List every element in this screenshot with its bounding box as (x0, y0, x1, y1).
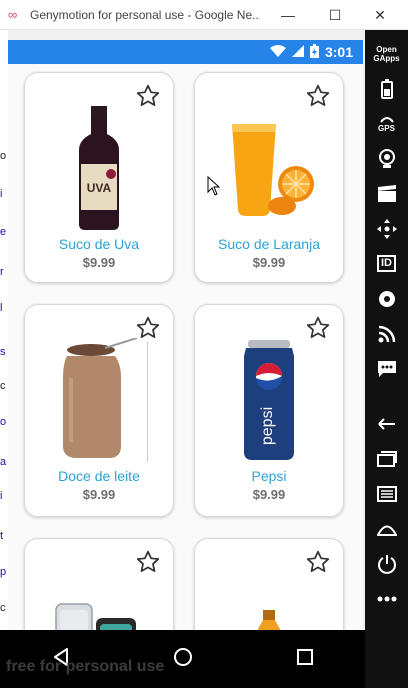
open-gapps-button[interactable]: Open GApps (369, 36, 405, 71)
network-button[interactable] (369, 316, 405, 351)
dpad-icon (376, 218, 397, 239)
menu-icon (376, 485, 397, 502)
watermark-text: free for personal use (6, 658, 165, 675)
window-title: Genymotion for personal use - Google Ne.… (30, 7, 260, 22)
background-page-strip: o i e r l s c o a i t p c (0, 30, 8, 630)
disk-icon (378, 290, 395, 307)
product-name: Suco de Laranja (218, 236, 320, 252)
recent-apps-icon (376, 450, 397, 467)
bottle-label-text: UVA (87, 181, 112, 195)
product-price: $9.99 (82, 255, 116, 270)
maximize-button[interactable]: ☐ (315, 0, 355, 30)
menu-button[interactable] (369, 476, 405, 511)
wifi-icon (269, 44, 286, 60)
android-status-bar: 3:01 (8, 40, 363, 64)
product-image-orange-juice-glass (195, 103, 343, 233)
recent-apps-button[interactable] (369, 441, 405, 476)
cell-signal-icon (291, 44, 304, 60)
dpad-button[interactable] (369, 211, 405, 246)
product-image-pepsi-can: pepsi (195, 335, 343, 465)
device-back-button[interactable] (369, 406, 405, 441)
webcam-button[interactable] (369, 141, 405, 176)
identifiers-icon: ID (377, 255, 396, 272)
nav-home-button[interactable] (173, 647, 193, 672)
product-card[interactable]: UVA Suco de Uva $9.99 (24, 72, 174, 283)
sms-icon (377, 360, 396, 377)
can-label-text: pepsi (259, 406, 276, 444)
battery-icon (380, 78, 393, 99)
nav-recents-button[interactable] (296, 648, 314, 671)
favorite-star-icon[interactable] (305, 549, 331, 575)
genymotion-toolbar: Open GApps GPS ID (365, 30, 408, 688)
identifiers-button[interactable]: ID (369, 246, 405, 281)
product-name: Doce de leite (58, 468, 140, 484)
screencast-button[interactable] (369, 176, 405, 211)
more-options-button[interactable] (369, 581, 405, 616)
product-image-smartphone (25, 573, 173, 630)
gps-icon (379, 117, 394, 123)
product-card[interactable] (24, 538, 174, 630)
product-price: $9.99 (82, 487, 116, 502)
product-image-grape-juice-bottle: UVA (25, 103, 173, 233)
product-card[interactable]: Doce de leite $9.99 (24, 304, 174, 517)
product-name: Suco de Uva (58, 236, 140, 252)
product-card[interactable]: pepsi Pepsi $9.99 (194, 304, 344, 517)
gps-button[interactable]: GPS (369, 106, 405, 141)
genymotion-logo-icon: ∞ (8, 6, 18, 22)
status-time: 3:01 (324, 44, 353, 60)
device-home-button[interactable] (369, 511, 405, 546)
product-grid-screen[interactable]: UVA Suco de Uva $9.99 Suco de Laranja $9… (8, 64, 363, 630)
mouse-cursor-icon (207, 175, 221, 201)
screencast-icon (377, 184, 396, 202)
product-price: $9.99 (252, 487, 286, 502)
back-icon (377, 417, 395, 430)
network-icon (378, 325, 395, 342)
minimize-button[interactable]: — (268, 0, 308, 30)
battery-charging-icon (309, 43, 319, 61)
close-button[interactable]: ✕ (360, 0, 400, 30)
power-icon (377, 554, 396, 574)
product-name: Pepsi (251, 468, 287, 484)
home-icon (376, 525, 397, 536)
battery-button[interactable] (369, 71, 405, 106)
product-image-doce-de-leite-jar (25, 335, 173, 465)
webcam-icon (378, 148, 395, 168)
sms-button[interactable] (369, 351, 405, 386)
favorite-star-icon[interactable] (135, 549, 161, 575)
product-card[interactable] (194, 538, 344, 630)
more-icon (377, 596, 396, 601)
power-button[interactable] (369, 546, 405, 581)
product-price: $9.99 (252, 255, 286, 270)
product-image-orange-bottle (195, 579, 343, 630)
disk-button[interactable] (369, 281, 405, 316)
